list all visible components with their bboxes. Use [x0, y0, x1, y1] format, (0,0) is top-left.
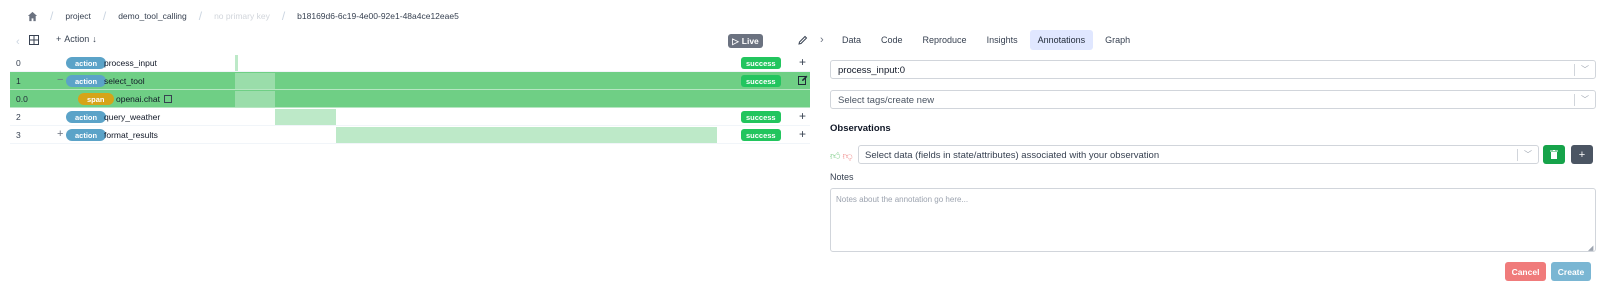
tab-annotations[interactable]: Annotations — [1029, 30, 1094, 50]
cancel-button[interactable]: Cancel — [1505, 262, 1546, 281]
pencil-icon[interactable] — [798, 35, 808, 45]
status-badge: success — [741, 129, 781, 141]
live-button[interactable]: ▷ Live — [728, 34, 763, 48]
tags-select[interactable]: Select tags/create new ﹀ — [830, 90, 1596, 109]
step-name: format_results — [104, 130, 158, 140]
trash-icon — [1550, 150, 1558, 159]
status-badge: success — [741, 111, 781, 123]
tab-data[interactable]: Data — [834, 30, 869, 50]
step-name: select_tool — [104, 76, 145, 86]
thumbs-up-icon[interactable]: 👍︎ — [830, 150, 840, 162]
add-observation-button[interactable]: + — [1571, 145, 1593, 164]
span-type-badge: span — [78, 93, 114, 105]
status-badge: success — [741, 57, 781, 69]
breadcrumb-partition-key: no primary key — [214, 11, 270, 21]
step-select-value: process_input:0 — [838, 65, 906, 76]
step-index: 2 — [16, 112, 21, 122]
step-name: process_input — [104, 58, 157, 68]
tab-graph[interactable]: Graph — [1097, 30, 1138, 50]
delete-observation-button[interactable] — [1543, 145, 1565, 164]
step-name: query_weather — [104, 112, 161, 122]
notes-heading: Notes — [830, 172, 854, 182]
steps-toolbar: ‹ + Action ↓ ▷ Live — [10, 34, 810, 52]
observation-select-placeholder: Select data (fields in state/attributes)… — [865, 150, 1160, 161]
step-row[interactable]: 2 action query_weather success + — [10, 108, 810, 126]
breadcrumb-project[interactable]: project — [65, 11, 91, 21]
plus-icon: + — [56, 34, 62, 44]
add-annotation-icon[interactable]: + — [799, 109, 806, 123]
notes-textarea[interactable] — [830, 188, 1596, 252]
span-duration-bar — [235, 91, 275, 107]
step-row[interactable]: 3 + action format_results success + — [10, 126, 810, 144]
step-row-selected[interactable]: 1 − action select_tool success — [10, 72, 810, 90]
step-type-badge: action — [66, 129, 107, 141]
step-duration-bar — [336, 127, 717, 143]
action-sort-toggle[interactable]: + Action ↓ — [56, 34, 97, 44]
step-type-badge: action — [66, 75, 107, 87]
chevron-down-icon: ﹀ — [1581, 65, 1589, 74]
span-name: openai.chat — [116, 94, 172, 104]
home-icon[interactable] — [26, 10, 38, 22]
add-annotation-icon[interactable]: + — [799, 55, 806, 69]
step-duration-bar — [275, 109, 336, 125]
step-duration-bar — [235, 73, 275, 89]
breadcrumb-app-id[interactable]: b18169d6-6c19-4e00-92e1-48a4ce12eae5 — [297, 11, 459, 21]
tab-insights[interactable]: Insights — [979, 30, 1026, 50]
thumbs-down-icon[interactable]: 👎︎ — [842, 150, 852, 162]
step-type-badge: action — [66, 111, 107, 123]
chevron-left-icon[interactable]: ‹ — [16, 36, 20, 48]
resize-handle-icon[interactable]: ◢ — [1588, 244, 1593, 252]
tab-reproduce[interactable]: Reproduce — [915, 30, 975, 50]
arrow-down-icon: ↓ — [92, 34, 97, 44]
tags-select-placeholder: Select tags/create new — [838, 95, 935, 106]
step-type-badge: action — [66, 57, 107, 69]
observation-data-select[interactable]: Select data (fields in state/attributes)… — [858, 145, 1539, 164]
plus-icon: + — [1578, 148, 1586, 161]
step-duration-bar — [235, 55, 238, 71]
add-annotation-icon[interactable]: + — [799, 127, 806, 141]
tab-code[interactable]: Code — [873, 30, 911, 50]
edit-annotation-icon[interactable] — [798, 75, 808, 85]
status-badge: success — [741, 75, 781, 87]
chevron-right-icon[interactable]: › — [820, 34, 824, 46]
span-index: 0.0 — [16, 94, 28, 104]
step-index: 0 — [16, 58, 21, 68]
thumbs-toggle: 👍︎ 👎︎ — [830, 150, 853, 162]
table-icon[interactable] — [163, 95, 172, 103]
create-button[interactable]: Create — [1551, 262, 1591, 281]
observations-heading: Observations — [830, 123, 891, 134]
breadcrumb: / project / demo_tool_calling / no prima… — [0, 0, 820, 32]
span-row[interactable]: 0.0 span openai.chat — [10, 90, 810, 108]
step-select[interactable]: process_input:0 ﹀ — [830, 60, 1596, 79]
detail-tabs: Data Code Reproduce Insights Annotations… — [834, 30, 1138, 50]
expand-icon[interactable]: + — [57, 128, 63, 140]
action-column-label: Action — [64, 34, 90, 44]
grid-view-icon[interactable] — [29, 35, 39, 45]
breadcrumb-app[interactable]: demo_tool_calling — [118, 11, 187, 21]
step-index: 3 — [16, 130, 21, 140]
chevron-down-icon: ﹀ — [1524, 150, 1532, 159]
chevron-down-icon: ﹀ — [1581, 95, 1589, 104]
play-icon: ▷ — [732, 35, 739, 46]
step-row[interactable]: 0 action process_input success + — [10, 54, 810, 72]
collapse-icon[interactable]: − — [57, 74, 63, 86]
step-index: 1 — [16, 76, 21, 86]
